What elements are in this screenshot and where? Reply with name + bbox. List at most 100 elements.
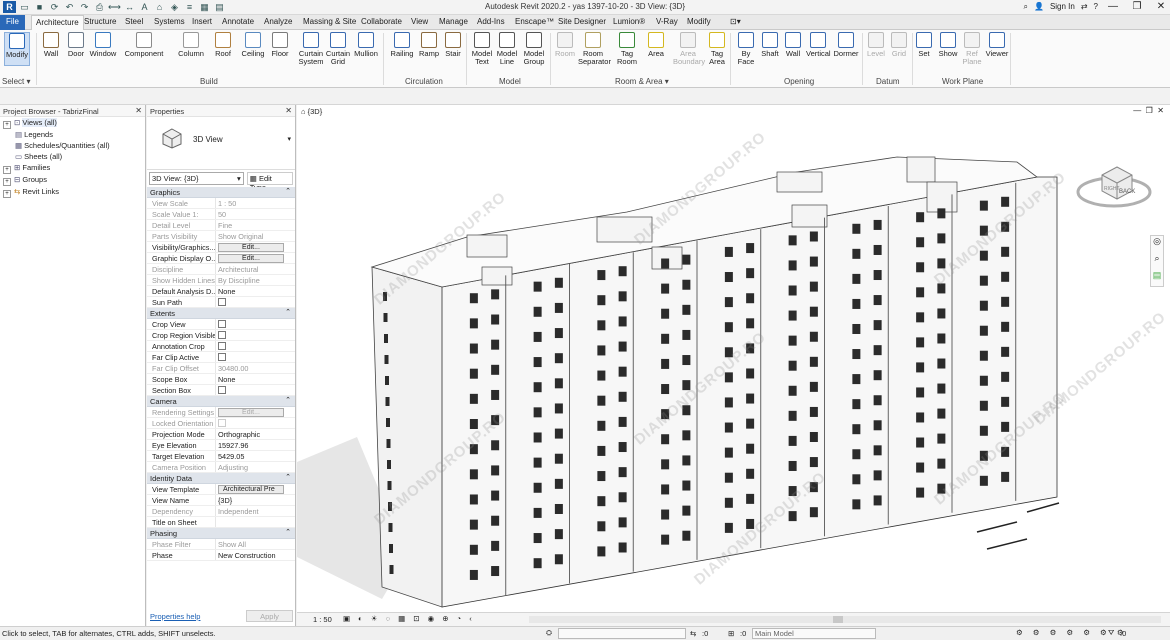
window-button[interactable]: Window bbox=[89, 32, 117, 58]
collapse-icon[interactable]: ⌃ bbox=[285, 396, 291, 404]
edit-button[interactable]: Edit... bbox=[218, 254, 284, 263]
prop-value[interactable] bbox=[216, 385, 295, 395]
vertical-button[interactable]: Vertical bbox=[806, 32, 831, 58]
wall-button[interactable]: Wall bbox=[41, 32, 61, 58]
browser-item-families[interactable]: + ⊞ Families bbox=[3, 162, 145, 174]
edit-button[interactable]: Edit... bbox=[218, 408, 284, 417]
ribbon-toggle-icon[interactable]: ⊡▾ bbox=[730, 17, 741, 26]
curtain-system-button[interactable]: Curtain System bbox=[298, 32, 324, 66]
prop-value[interactable]: Edit... bbox=[216, 253, 295, 263]
tag-room-button[interactable]: Tag Room bbox=[615, 32, 639, 66]
tag-area-button[interactable]: Tag Area bbox=[707, 32, 727, 66]
tab-view[interactable]: View bbox=[411, 17, 428, 26]
ramp-button[interactable]: Ramp bbox=[419, 32, 439, 58]
prop-value[interactable] bbox=[216, 341, 295, 351]
modify-button[interactable]: Modify bbox=[4, 32, 30, 66]
panel-room-area[interactable]: Room & Area ▾ bbox=[615, 77, 669, 86]
type-dropdown-icon[interactable]: ▾ bbox=[287, 135, 291, 143]
tab-insert[interactable]: Insert bbox=[192, 17, 212, 26]
scrollbar-thumb[interactable] bbox=[833, 616, 843, 623]
group-phasing[interactable]: Phasing ⌃ bbox=[147, 528, 295, 539]
wall-button[interactable]: Wall bbox=[785, 32, 801, 58]
checkbox[interactable] bbox=[218, 342, 226, 350]
roof-button[interactable]: Roof bbox=[213, 32, 233, 58]
collapse-icon[interactable]: ⌃ bbox=[285, 473, 291, 481]
checkbox[interactable] bbox=[218, 386, 226, 394]
checkbox[interactable] bbox=[218, 331, 226, 339]
by-face-button[interactable]: By Face bbox=[737, 32, 755, 66]
checkbox[interactable] bbox=[218, 419, 226, 427]
view-cube[interactable]: BACK RIGHT bbox=[1072, 147, 1162, 222]
prop-value[interactable]: 50 bbox=[216, 209, 295, 219]
prop-value[interactable]: {3D} bbox=[216, 495, 295, 505]
dormer-button[interactable]: Dormer bbox=[833, 32, 859, 58]
prop-value[interactable]: 1 : 50 bbox=[216, 198, 295, 208]
expand-toggle[interactable]: + bbox=[3, 121, 11, 129]
design-option-dropdown[interactable]: Main Model bbox=[752, 628, 876, 639]
zoom-region-icon[interactable]: ▤ bbox=[1151, 270, 1163, 287]
filter-icon[interactable]: ⛛ bbox=[1108, 628, 1114, 638]
close-icon[interactable]: ✕ bbox=[135, 106, 142, 115]
ceiling-button[interactable]: Ceiling bbox=[241, 32, 265, 58]
floor-button[interactable]: Floor bbox=[269, 32, 291, 58]
steering-wheel-icon[interactable]: ◎ bbox=[1151, 236, 1163, 253]
browser-item-groups[interactable]: + ⊟ Groups bbox=[3, 174, 145, 186]
prop-value[interactable]: Show Original bbox=[216, 231, 295, 241]
door-button[interactable]: Door bbox=[66, 32, 86, 58]
group-camera[interactable]: Camera ⌃ bbox=[147, 396, 295, 407]
checkbox[interactable] bbox=[218, 298, 226, 306]
room-separator-button[interactable]: Room Separator bbox=[578, 32, 611, 66]
browser-item-sheets-all[interactable]: ▭ Sheets (all) bbox=[3, 151, 145, 162]
zoom-icon[interactable]: ⌕ bbox=[1151, 253, 1163, 270]
tab-massing-site[interactable]: Massing & Site bbox=[303, 17, 356, 26]
edit-button[interactable]: Architectural Pre bbox=[218, 485, 284, 494]
viewer-button[interactable]: Viewer bbox=[985, 32, 1009, 58]
drawing-area[interactable]: ⌂ {3D} — ❐ ✕ DIAMONDGROUP.RO DIAMONDGROUP… bbox=[297, 105, 1170, 626]
grid-button[interactable]: Grid bbox=[890, 32, 908, 58]
edit-type-button[interactable]: ▦ Edit Type bbox=[246, 172, 293, 192]
minimize-button[interactable]: — bbox=[1104, 1, 1122, 12]
area-button[interactable]: Area bbox=[646, 32, 666, 58]
prop-value[interactable]: Adjusting bbox=[216, 462, 295, 472]
type-selector[interactable]: 3D View ▾ bbox=[147, 117, 295, 170]
group-extents[interactable]: Extents ⌃ bbox=[147, 308, 295, 319]
browser-item-views-all[interactable]: + ⊡ Views (all) bbox=[3, 117, 145, 129]
worksets-icon[interactable]: ⛭ bbox=[546, 628, 552, 638]
tab-annotate[interactable]: Annotate bbox=[222, 17, 254, 26]
prop-value[interactable]: Independent bbox=[216, 506, 295, 516]
ref-plane-button[interactable]: Ref Plane bbox=[962, 32, 982, 66]
tab-enscape[interactable]: Enscape™ bbox=[515, 17, 554, 26]
panel-datum[interactable]: Datum bbox=[876, 77, 900, 86]
prop-value[interactable]: Show All bbox=[216, 539, 295, 549]
browser-item-revit-links[interactable]: + ⇆ Revit Links bbox=[3, 186, 145, 198]
model-group-button[interactable]: Model Group bbox=[523, 32, 545, 66]
view-restore-button[interactable]: ❐ bbox=[1146, 106, 1153, 115]
view-close-button[interactable]: ✕ bbox=[1157, 106, 1164, 115]
editing-requests-icon[interactable]: ⇆ bbox=[690, 629, 696, 638]
tab-architecture[interactable]: Architecture bbox=[31, 15, 84, 31]
model-line-button[interactable]: Model Line bbox=[496, 32, 518, 66]
column-button[interactable]: Column bbox=[177, 32, 205, 58]
tab-steel[interactable]: Steel bbox=[125, 17, 143, 26]
tab-analyze[interactable]: Analyze bbox=[264, 17, 292, 26]
prop-value[interactable]: 5429.05 bbox=[216, 451, 295, 461]
collapse-icon[interactable]: ⌃ bbox=[285, 528, 291, 536]
room-button[interactable]: Room bbox=[555, 32, 575, 58]
set-button[interactable]: Set bbox=[916, 32, 932, 58]
shaft-button[interactable]: Shaft bbox=[760, 32, 780, 58]
tab-add-ins[interactable]: Add-Ins bbox=[477, 17, 505, 26]
view-scale[interactable]: 1 : 50 bbox=[313, 615, 332, 624]
prop-value[interactable]: None bbox=[216, 374, 295, 384]
group-identity-data[interactable]: Identity Data ⌃ bbox=[147, 473, 295, 484]
tab-modify[interactable]: Modify bbox=[687, 17, 711, 26]
browser-item-legends[interactable]: ▤ Legends bbox=[3, 129, 145, 140]
prop-value[interactable]: By Discipline bbox=[216, 275, 295, 285]
tab-systems[interactable]: Systems bbox=[154, 17, 185, 26]
tab-file[interactable]: File bbox=[0, 15, 25, 30]
panel-select[interactable]: Select ▾ bbox=[2, 77, 30, 86]
prop-value[interactable]: Architectural Pre bbox=[216, 484, 295, 494]
checkbox[interactable] bbox=[218, 320, 226, 328]
prop-value[interactable]: Edit... bbox=[216, 407, 295, 417]
prop-value[interactable]: New Construction bbox=[216, 550, 295, 560]
panel-work-plane[interactable]: Work Plane bbox=[942, 77, 983, 86]
